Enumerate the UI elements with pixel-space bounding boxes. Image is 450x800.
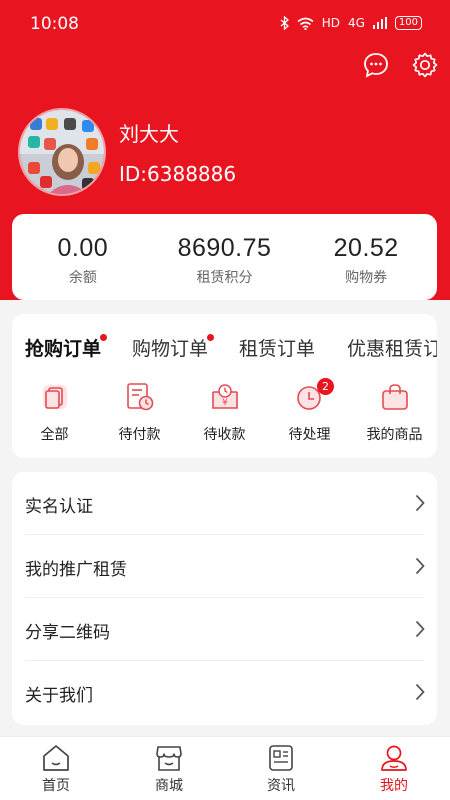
nav-label: 首页 xyxy=(42,778,70,794)
avatar[interactable] xyxy=(18,108,106,196)
chevron-right-icon xyxy=(415,494,425,512)
order-all-label: 全部 xyxy=(40,427,69,443)
order-pending-payment-label: 待付款 xyxy=(118,427,161,443)
tab-flash-sale-orders[interactable]: 抢购订单 xyxy=(25,334,101,361)
chevron-right-icon xyxy=(415,683,425,701)
stat-value: 20.52 xyxy=(333,234,399,262)
tab-discount-rental-orders[interactable]: 优惠租赁订 xyxy=(347,334,437,361)
unread-dot xyxy=(100,334,107,341)
pending-payment-icon xyxy=(126,383,153,411)
status-icons: HD 4G 100 xyxy=(280,16,422,30)
menu-real-name-verification[interactable]: 实名认证 xyxy=(12,472,437,535)
nav-profile[interactable]: 我的 xyxy=(349,743,439,795)
menu-my-promotion-rental[interactable]: 我的推广租赁 xyxy=(12,535,437,598)
stat-label: 购物券 xyxy=(345,270,388,286)
status-time: 10:08 xyxy=(30,14,79,34)
stat-label: 租赁积分 xyxy=(196,270,253,286)
store-icon xyxy=(156,746,182,771)
stat-label: 余额 xyxy=(68,270,97,286)
all-orders-icon xyxy=(42,385,67,409)
battery-icon: 100 xyxy=(394,16,422,30)
status-bar: 10:08 HD 4G 100 xyxy=(0,0,450,44)
menu-share-qr-code[interactable]: 分享二维码 xyxy=(12,598,437,661)
order-status-row: 全部 待付款 ¥ 待收款 2 待处理 我的商品 xyxy=(12,378,437,458)
order-my-goods[interactable]: 我的商品 xyxy=(352,382,437,444)
nav-label: 资讯 xyxy=(267,778,295,794)
pending-receipt-icon: ¥ xyxy=(211,384,238,409)
shopping-bag-icon xyxy=(381,384,408,410)
profile-icon xyxy=(381,745,407,771)
stat-shopping-voucher[interactable]: 20.52 购物券 xyxy=(295,214,437,300)
gear-icon[interactable] xyxy=(412,52,438,78)
avatar-image xyxy=(20,110,104,194)
signal-label: 4G xyxy=(347,16,365,30)
signal-icon xyxy=(372,17,387,29)
nav-label: 我的 xyxy=(380,778,408,794)
order-pending-payment[interactable]: 待付款 xyxy=(97,382,182,444)
order-tabs: 抢购订单 购物订单 租赁订单 优惠租赁订 xyxy=(12,314,437,374)
svg-text:¥: ¥ xyxy=(222,398,228,408)
menu-label: 分享二维码 xyxy=(25,623,110,643)
bottom-nav: 首页 商城 资讯 我的 xyxy=(0,736,450,800)
tab-rental-orders[interactable]: 租赁订单 xyxy=(239,334,315,361)
news-icon xyxy=(269,745,293,771)
bluetooth-icon xyxy=(280,16,289,30)
stat-value: 0.00 xyxy=(57,234,109,262)
nav-news[interactable]: 资讯 xyxy=(236,743,326,795)
stat-rental-points[interactable]: 8690.75 租赁积分 xyxy=(154,214,296,300)
order-pending-receipt[interactable]: ¥ 待收款 xyxy=(182,382,267,444)
unread-dot xyxy=(207,334,214,341)
stat-balance[interactable]: 0.00 余额 xyxy=(12,214,154,300)
network-label: HD xyxy=(321,16,340,30)
message-icon[interactable] xyxy=(363,52,389,78)
nav-label: 商城 xyxy=(155,778,183,794)
chevron-right-icon xyxy=(415,620,425,638)
order-pending-receipt-label: 待收款 xyxy=(203,427,246,443)
order-pending-process[interactable]: 2 待处理 xyxy=(267,378,352,444)
wifi-icon xyxy=(297,17,314,30)
user-id: ID:6388886 xyxy=(119,162,237,186)
nav-home[interactable]: 首页 xyxy=(11,743,101,795)
tab-shopping-orders[interactable]: 购物订单 xyxy=(132,334,208,361)
menu-label: 我的推广租赁 xyxy=(25,560,127,580)
menu-about-us[interactable]: 关于我们 xyxy=(12,661,437,724)
orders-card: 抢购订单 购物订单 租赁订单 优惠租赁订 全部 待付款 ¥ 待收款 2 待处理 … xyxy=(12,314,437,458)
menu-label: 关于我们 xyxy=(25,686,93,706)
order-all[interactable]: 全部 xyxy=(12,382,97,444)
stat-value: 8690.75 xyxy=(177,234,272,262)
order-my-goods-label: 我的商品 xyxy=(366,427,423,443)
order-pending-process-label: 待处理 xyxy=(288,427,331,443)
stats-card: 0.00 余额 8690.75 租赁积分 20.52 购物券 xyxy=(12,214,437,300)
menu-label: 实名认证 xyxy=(25,497,93,517)
user-name: 刘大大 xyxy=(119,122,179,146)
nav-store[interactable]: 商城 xyxy=(124,743,214,795)
pending-process-badge: 2 xyxy=(317,378,334,395)
home-icon xyxy=(43,745,69,771)
menu-card: 实名认证 我的推广租赁 分享二维码 关于我们 xyxy=(12,472,437,725)
chevron-right-icon xyxy=(415,557,425,575)
